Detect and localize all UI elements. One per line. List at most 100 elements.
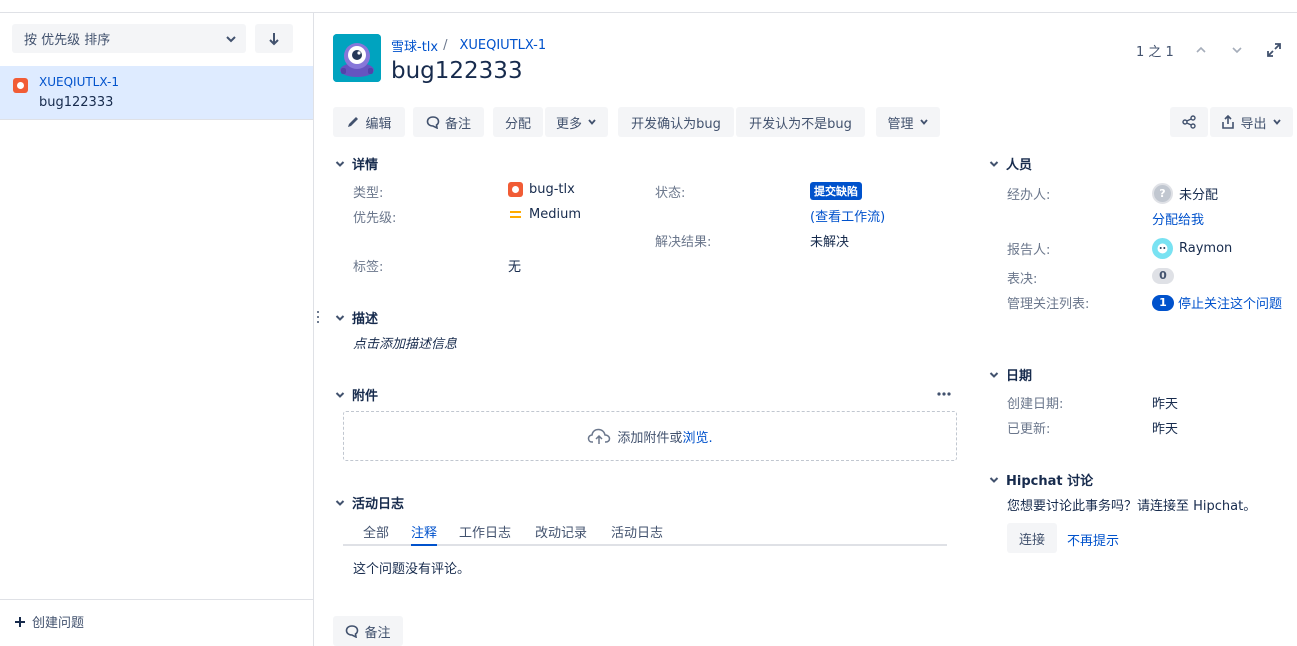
robot-icon	[333, 34, 381, 82]
activity-toggle[interactable]: 活动日志	[334, 493, 404, 512]
dates-heading: 日期	[1006, 369, 1033, 384]
votes-label: 表决:	[1007, 272, 1038, 287]
hipchat-heading: Hipchat 讨论	[1006, 474, 1094, 489]
assign-to-me-link[interactable]: 分配给我	[1152, 209, 1204, 228]
project-avatar[interactable]	[333, 34, 381, 82]
status-value: 提交缺陷	[810, 182, 862, 200]
admin-dropdown[interactable]: 管理	[876, 107, 940, 137]
chevron-down-icon	[989, 160, 999, 167]
status-label: 状态:	[655, 186, 686, 201]
pencil-icon	[348, 117, 359, 127]
sort-direction-button[interactable]	[255, 24, 293, 53]
chevron-up-icon[interactable]	[1194, 43, 1208, 57]
watchers-badge[interactable]: 1	[1152, 294, 1174, 311]
issue-pager: 1 之 1	[1136, 45, 1174, 60]
assignee-value[interactable]: ? 未分配	[1152, 183, 1218, 204]
priority-value: Medium	[508, 207, 581, 222]
add-comment-button[interactable]: 备注	[333, 616, 403, 646]
updated-value: 昨天	[1152, 422, 1179, 437]
connect-button[interactable]: 连接	[1007, 523, 1057, 553]
expand-icon[interactable]	[1266, 42, 1282, 58]
create-issue-label: 创建问题	[32, 616, 85, 631]
breadcrumb: 雪球-tlx / XUEQIUTLX-1	[391, 36, 546, 55]
no-comments-text: 这个问题没有评论。	[353, 562, 471, 577]
details-heading: 详情	[352, 158, 379, 173]
assign-button[interactable]: 分配	[493, 107, 543, 137]
page-title[interactable]: bug122333	[391, 58, 523, 84]
votes-value[interactable]: 0	[1152, 268, 1174, 284]
type-label: 类型:	[353, 186, 384, 201]
sort-label: 按 优先级 排序	[24, 33, 111, 48]
export-dropdown[interactable]: 导出	[1210, 107, 1293, 137]
user-avatar-icon	[1152, 238, 1173, 259]
labels-label: 标签:	[353, 260, 384, 275]
chevron-down-icon	[226, 36, 236, 43]
share-icon	[1182, 115, 1196, 129]
tab-worklog[interactable]: 工作日志	[459, 522, 511, 541]
create-issue-button[interactable]: 创建问题	[14, 612, 84, 631]
watchers-value: 1 停止关注这个问题	[1152, 293, 1282, 312]
panel-resize-handle[interactable]	[316, 311, 320, 327]
edit-label: 编辑	[365, 116, 392, 132]
details-toggle[interactable]: 详情	[334, 154, 378, 173]
view-workflow-link[interactable]: (查看工作流)	[810, 206, 885, 225]
breadcrumb-project[interactable]: 雪球-tlx	[391, 36, 438, 55]
priority-medium-icon	[510, 211, 521, 218]
breadcrumb-separator: /	[443, 38, 448, 53]
issue-summary: bug122333	[39, 95, 114, 110]
more-dropdown[interactable]: 更多	[545, 107, 608, 137]
export-icon	[1222, 115, 1235, 129]
created-value: 昨天	[1152, 397, 1179, 412]
chevron-down-icon[interactable]	[1230, 43, 1244, 57]
admin-label: 管理	[887, 116, 914, 132]
browse-link[interactable]: 浏览.	[682, 427, 712, 446]
people-toggle[interactable]: 人员	[988, 154, 1032, 173]
unassigned-avatar-icon: ?	[1152, 183, 1173, 204]
stop-watching-link[interactable]: 停止关注这个问题	[1178, 293, 1282, 312]
description-placeholder[interactable]: 点击添加描述信息	[353, 333, 457, 352]
type-text: bug-tlx	[529, 182, 575, 197]
dates-toggle[interactable]: 日期	[988, 365, 1032, 384]
activity-tabs: 全部 注释 工作日志 改动记录 活动日志	[343, 518, 947, 546]
watchers-label: 管理关注列表:	[1007, 297, 1090, 312]
tab-comments[interactable]: 注释	[411, 522, 438, 546]
attachments-toggle[interactable]: 附件	[334, 385, 378, 404]
chevron-down-icon	[919, 119, 928, 125]
comment-label: 备注	[444, 116, 471, 132]
tab-history[interactable]: 改动记录	[535, 522, 587, 541]
reporter-value[interactable]: Raymon	[1152, 238, 1232, 259]
attachment-drop-text: 添加附件或	[617, 430, 683, 446]
status-badge: 提交缺陷	[810, 182, 862, 200]
description-toggle[interactable]: 描述	[334, 308, 378, 327]
dismiss-link[interactable]: 不再提示	[1067, 530, 1119, 549]
more-options-icon[interactable]	[936, 391, 952, 397]
add-comment-label: 备注	[364, 625, 391, 641]
votes-badge: 0	[1152, 268, 1174, 284]
activity-heading: 活动日志	[352, 497, 405, 512]
chevron-down-icon	[335, 499, 345, 506]
issue-key[interactable]: XUEQIUTLX-1	[39, 75, 119, 89]
attachment-dropzone[interactable]: 添加附件或 浏览.	[343, 411, 957, 461]
breadcrumb-issue-key[interactable]: XUEQIUTLX-1	[459, 38, 546, 53]
resolution-value: 未解决	[810, 235, 850, 250]
hipchat-toggle[interactable]: Hipchat 讨论	[988, 470, 1093, 489]
labels-value[interactable]: 无	[508, 256, 521, 275]
list-item[interactable]: XUEQIUTLX-1 bug122333	[0, 66, 313, 120]
share-button[interactable]	[1170, 107, 1208, 137]
confirm-bug-label: 开发确认为bug	[631, 116, 721, 132]
confirm-bug-button[interactable]: 开发确认为bug	[618, 107, 734, 137]
created-label: 创建日期:	[1007, 397, 1064, 412]
left-footer: 创建问题	[0, 599, 313, 646]
export-label: 导出	[1240, 116, 1267, 132]
not-bug-button[interactable]: 开发认为不是bug	[736, 107, 865, 137]
type-value: bug-tlx	[508, 182, 575, 197]
tab-all[interactable]: 全部	[363, 522, 389, 541]
bug-icon	[508, 182, 523, 197]
edit-button[interactable]: 编辑	[333, 107, 405, 137]
updated-label: 已更新:	[1007, 422, 1051, 437]
tab-activity[interactable]: 活动日志	[611, 522, 663, 541]
arrow-down-icon	[269, 32, 279, 45]
comment-button[interactable]: 备注	[413, 107, 484, 137]
chevron-down-icon	[989, 476, 999, 483]
sort-dropdown[interactable]: 按 优先级 排序	[12, 24, 246, 53]
